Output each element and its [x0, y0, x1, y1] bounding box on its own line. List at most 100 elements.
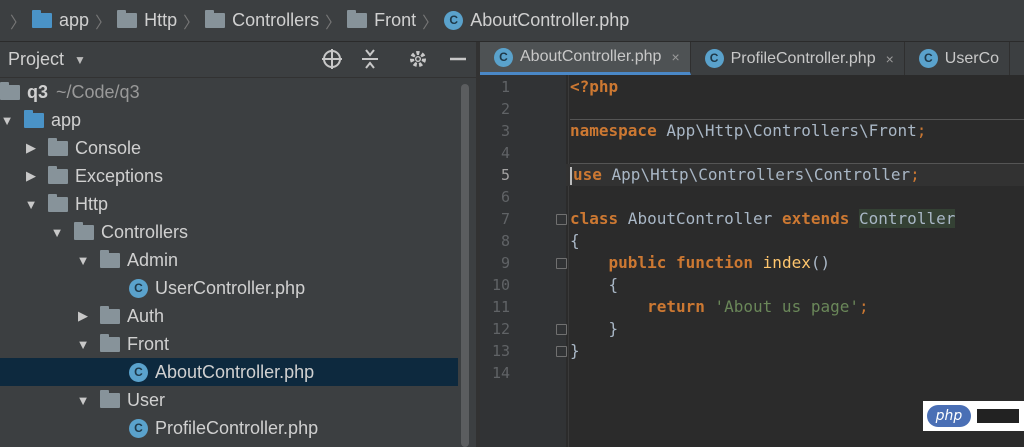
code-token: AboutController: [618, 209, 782, 228]
chevron-down-icon: ▼: [74, 52, 86, 67]
tab-aboutcontroller[interactable]: C AboutController.php ×: [480, 42, 691, 75]
tree-scrollbar[interactable]: [459, 78, 471, 447]
breadcrumb-label: Http: [144, 10, 178, 30]
line-number: 7: [500, 210, 510, 228]
tree-item-aboutcontroller[interactable]: C AboutController.php: [0, 358, 458, 386]
code-line[interactable]: {: [570, 230, 580, 252]
tree-item-profilecontroller[interactable]: C ProfileController.php: [0, 414, 458, 442]
php-class-icon: C: [129, 278, 148, 298]
code-token: namespace: [570, 121, 657, 140]
line-number: 3: [500, 122, 510, 140]
project-panel-header: Project ▼: [0, 42, 476, 78]
tree-item-label: Console: [75, 137, 142, 158]
breadcrumb-separator: 〉: [422, 14, 439, 32]
tab-label: UserCo: [944, 49, 1000, 67]
project-panel-title: Project: [8, 49, 65, 69]
folder-icon: [24, 109, 44, 128]
tree-item-http[interactable]: ▼ Http: [0, 190, 458, 218]
text-cursor: [570, 166, 572, 185]
code-line[interactable]: <?php: [570, 76, 618, 98]
indent-guide: [568, 75, 569, 447]
close-icon[interactable]: ×: [671, 49, 679, 65]
tree-item-label: Controllers: [101, 221, 189, 242]
folder-icon: [100, 333, 120, 352]
collapsed-arrow-icon[interactable]: ▶: [24, 140, 38, 156]
tree-item-controllers[interactable]: ▼ Controllers: [0, 218, 458, 246]
code-line[interactable]: }: [570, 340, 580, 362]
collapse-all-icon[interactable]: [358, 48, 382, 72]
code-line[interactable]: public function index(): [570, 252, 831, 274]
breadcrumb-item-http[interactable]: Http: [117, 10, 177, 31]
tree-item-q3[interactable]: q3 ~/Code/q3: [0, 78, 458, 106]
line-number: 5: [500, 166, 510, 184]
code-line[interactable]: class AboutController extends Controller: [570, 208, 956, 230]
gear-icon[interactable]: [406, 48, 430, 72]
editor-tabs: C AboutController.php × C ProfileControl…: [480, 42, 1024, 75]
project-view-selector[interactable]: Project ▼: [0, 49, 86, 70]
fold-marker-icon[interactable]: [556, 324, 567, 335]
expanded-arrow-icon[interactable]: ▼: [0, 113, 14, 128]
target-icon[interactable]: [320, 48, 344, 72]
tree-item-console[interactable]: ▶ Console: [0, 134, 458, 162]
expanded-arrow-icon[interactable]: ▼: [76, 253, 90, 268]
collapsed-arrow-icon[interactable]: ▶: [76, 308, 90, 324]
watermark-bar: [977, 409, 1019, 423]
breadcrumb-item-controllers[interactable]: Controllers: [205, 10, 319, 31]
line-number: 9: [500, 254, 510, 272]
code-token: index: [762, 253, 811, 272]
code-line[interactable]: {: [570, 274, 619, 296]
tab-usercontroller[interactable]: C UserCo: [905, 42, 1011, 75]
tree-item-auth[interactable]: ▶ Auth: [0, 302, 458, 330]
collapsed-arrow-icon[interactable]: ▶: [24, 168, 38, 184]
tree-item-label: Http: [75, 193, 109, 214]
tree-item-label: Exceptions: [75, 165, 164, 186]
line-number: 8: [500, 232, 510, 250]
code-token: extends: [781, 209, 850, 228]
code-line[interactable]: return 'About us page';: [570, 296, 869, 318]
folder-icon: [205, 10, 226, 28]
line-number: 2: [500, 100, 510, 118]
folder-icon: [48, 193, 68, 212]
tab-label: ProfileController.php: [730, 49, 876, 67]
fold-marker-icon[interactable]: [556, 258, 567, 269]
code-line[interactable]: }: [570, 318, 619, 340]
php-class-icon: C: [129, 362, 148, 382]
tree-item-user[interactable]: ▼ User: [0, 386, 458, 414]
code-token: ;: [916, 121, 927, 140]
folder-icon: [100, 305, 120, 324]
tree-item-admin[interactable]: ▼ Admin: [0, 246, 458, 274]
code-token: Controller: [859, 209, 956, 228]
watermark: php: [923, 401, 1024, 431]
minimize-icon[interactable]: [446, 48, 470, 72]
line-number: 12: [491, 320, 510, 338]
breadcrumb-separator: 〉: [183, 14, 200, 32]
breadcrumb-item-file[interactable]: C AboutController.php: [444, 10, 629, 31]
expanded-arrow-icon[interactable]: ▼: [76, 393, 90, 408]
code-token: public: [608, 253, 667, 272]
code-token: App\Http\Controllers\Front: [656, 121, 917, 140]
fold-marker-icon[interactable]: [556, 214, 567, 225]
tree-item-front[interactable]: ▼ Front: [0, 330, 458, 358]
expanded-arrow-icon[interactable]: ▼: [24, 197, 38, 212]
code-token: class: [570, 209, 619, 228]
line-number: 13: [491, 342, 510, 360]
close-icon[interactable]: ×: [886, 51, 894, 67]
tab-profilecontroller[interactable]: C ProfileController.php ×: [691, 42, 905, 75]
code-editor[interactable]: 1 2 3 4 5 6 7 8 9 10 11 12 13 14 <?php namespace App\H…: [480, 75, 1024, 447]
breadcrumb-item-app[interactable]: app: [32, 10, 89, 31]
code-line[interactable]: use App\Http\Controllers\Controller;: [566, 164, 1024, 186]
folder-icon: [100, 249, 120, 268]
breadcrumb-separator: 〉: [325, 14, 342, 32]
fold-marker-icon[interactable]: [556, 346, 567, 357]
code-line[interactable]: namespace App\Http\Controllers\Front;: [570, 120, 926, 142]
expanded-arrow-icon[interactable]: ▼: [50, 225, 64, 240]
expanded-arrow-icon[interactable]: ▼: [76, 337, 90, 352]
breadcrumb-item-front[interactable]: Front: [347, 10, 416, 31]
breadcrumb-label: Front: [374, 10, 417, 30]
tree-item-usercontroller[interactable]: C UserController.php: [0, 274, 458, 302]
tree-item-exceptions[interactable]: ▶ Exceptions: [0, 162, 458, 190]
tree-item-app[interactable]: ▼ app: [0, 106, 458, 134]
scrollbar-thumb[interactable]: [461, 84, 469, 447]
